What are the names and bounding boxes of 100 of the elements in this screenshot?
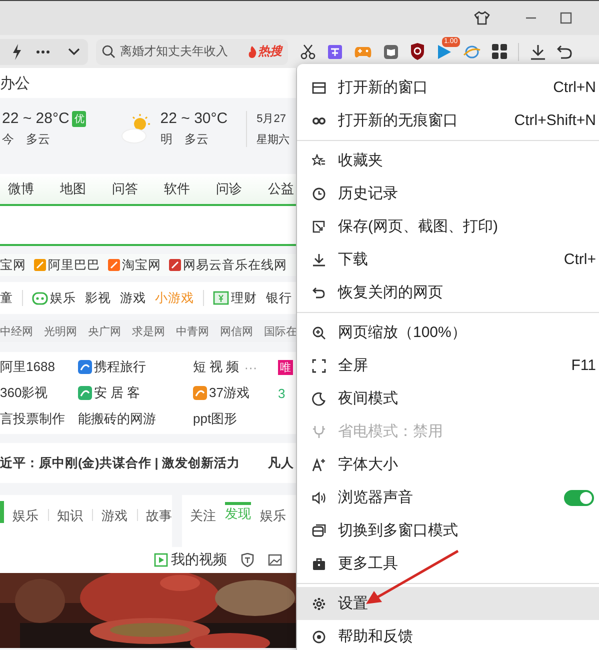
maximize-icon[interactable] — [560, 12, 572, 24]
nav-link[interactable]: 软件 — [164, 180, 190, 198]
nav-link[interactable]: 问答 — [112, 180, 138, 198]
hot-search-label: 热搜 — [258, 43, 282, 60]
site-link[interactable]: 淘宝网 — [122, 256, 161, 274]
quick-link[interactable]: 360影视 — [0, 384, 48, 402]
undo-icon[interactable] — [557, 44, 572, 58]
clock-icon — [312, 186, 326, 200]
menu-item[interactable]: 帮助和反馈 — [297, 620, 599, 650]
image-icon[interactable] — [268, 554, 282, 566]
menu-item[interactable]: 收藏夹 — [297, 144, 599, 177]
site-link[interactable]: 宝网 — [0, 256, 26, 274]
quick-link[interactable]: 短 视 频 — [193, 358, 240, 376]
flame-icon — [248, 46, 257, 58]
menu-item[interactable]: 全屏 F11 — [297, 349, 599, 382]
quick-link[interactable]: ppt图形 — [193, 410, 238, 428]
menu-item[interactable]: 网页缩放（100%） — [297, 316, 599, 349]
save-icon — [312, 220, 326, 234]
quick-link[interactable]: 言投票制作 — [0, 410, 65, 428]
toggle-switch[interactable] — [564, 490, 594, 506]
feed-tab[interactable]: 关注 — [190, 505, 216, 525]
menu-item[interactable]: 夜间模式 — [297, 382, 599, 415]
category-link[interactable]: 影视 — [85, 290, 111, 306]
day-label: 明 — [160, 131, 172, 148]
chevron-down-icon[interactable] — [68, 48, 80, 56]
windows-icon — [312, 524, 326, 538]
feed-tab[interactable]: 娱乐 — [260, 505, 286, 525]
category-link[interactable]: 游戏 — [120, 290, 146, 306]
date-label: 5月27 — [256, 112, 287, 126]
shortcut-label: F11 — [571, 357, 596, 374]
lightning-icon[interactable] — [12, 44, 22, 60]
window-icon — [312, 80, 326, 94]
menu-item[interactable]: 更多工具 — [297, 547, 599, 580]
shirt-icon[interactable] — [474, 10, 490, 26]
menu-item[interactable]: 浏览器声音 — [297, 481, 599, 514]
plug-icon — [312, 424, 326, 438]
menu-item[interactable]: 设置 — [297, 587, 599, 620]
quick-link[interactable]: 阿里1688 — [0, 358, 55, 376]
menu-item[interactable]: 打开新的无痕窗口 Ctrl+Shift+N — [297, 104, 599, 137]
feed-tab[interactable]: 娱乐 — [12, 505, 39, 525]
news-site-link[interactable]: 中青网 — [176, 324, 209, 338]
air-quality-badge: 优 — [72, 110, 86, 126]
category-link[interactable]: 童 — [0, 290, 13, 306]
section-heading: 办公 — [0, 74, 30, 92]
more-icon[interactable] — [36, 50, 50, 54]
site-logo[interactable]: 唯 — [278, 360, 293, 374]
category-link[interactable]: 银行 — [266, 290, 292, 306]
nav-link[interactable]: 问诊 — [216, 180, 242, 198]
nav-link[interactable]: 地图 — [60, 180, 86, 198]
menu-item[interactable]: 历史记录 — [297, 177, 599, 210]
menu-item[interactable]: 恢复关闭的网页 — [297, 276, 599, 309]
search-query: 离婚才知丈夫年收入 — [120, 43, 228, 60]
menu-item[interactable]: 打开新的窗口 Ctrl+N — [297, 71, 599, 104]
shield-icon[interactable] — [241, 553, 254, 567]
shortcut-label: Ctrl+Shift+N — [514, 112, 596, 129]
shortcut-label: Ctrl+N — [553, 79, 596, 96]
news-site-link[interactable]: 光明网 — [44, 324, 77, 338]
search-field[interactable]: 离婚才知丈夫年收入 热搜 — [96, 38, 288, 64]
site-link[interactable]: 阿里巴巴 — [48, 256, 100, 274]
download-icon[interactable] — [530, 44, 546, 60]
news-site-link[interactable]: 求是网 — [132, 324, 165, 338]
quick-link[interactable]: 能搬砖的网游 — [78, 410, 156, 428]
menu-item[interactable]: 字体大小 — [297, 448, 599, 481]
quick-link[interactable]: 安 居 客 — [94, 384, 140, 402]
menu-item[interactable]: 下载 Ctrl+ — [297, 243, 599, 276]
feed-tab[interactable]: 知识 — [57, 505, 84, 525]
globe-icon[interactable] — [463, 44, 481, 58]
menu-item[interactable]: 保存(网页、截图、打印) — [297, 210, 599, 243]
moon-icon — [312, 392, 326, 406]
news-headline[interactable]: 凡人 — [268, 454, 294, 472]
news-site-link[interactable]: 网信网 — [220, 324, 253, 338]
book-icon[interactable] — [383, 44, 399, 60]
menu-item[interactable]: 切换到多窗口模式 — [297, 514, 599, 547]
news-site-link[interactable]: 央广网 — [88, 324, 121, 338]
feed-tab[interactable]: 游戏 — [102, 505, 128, 525]
site-link[interactable]: 网易云音乐在线网 — [183, 256, 287, 274]
translate-icon[interactable] — [327, 44, 343, 60]
shield-icon[interactable] — [410, 43, 425, 60]
play-icon[interactable] — [436, 44, 452, 60]
scissors-icon[interactable] — [300, 44, 316, 60]
money-icon — [213, 291, 229, 305]
temperature: 22 ~ 30°C — [160, 110, 228, 127]
weekday-label: 星期六 — [256, 132, 290, 147]
search-field[interactable] — [0, 204, 296, 246]
help-icon — [312, 630, 326, 644]
feed-tab[interactable]: 故事 — [146, 505, 172, 525]
nav-link[interactable]: 公益 — [268, 180, 294, 198]
star-list-icon — [312, 154, 326, 168]
video-link[interactable]: 我的视频 — [171, 551, 227, 569]
category-link[interactable]: 娱乐 — [50, 290, 76, 306]
grid-icon[interactable] — [492, 44, 507, 59]
quick-link[interactable]: 携程旅行 — [94, 358, 146, 376]
category-link[interactable]: 理财 — [231, 290, 257, 306]
nav-link[interactable]: 微博 — [8, 180, 34, 198]
font-size-icon — [312, 458, 326, 472]
news-site-link[interactable]: 中经网 — [0, 324, 33, 338]
more-mark: ··· — [244, 360, 258, 374]
quick-link[interactable]: 37游戏 — [209, 384, 250, 402]
news-headline[interactable]: 近平：原中刚(金)共谋合作 | 激发创新活力 — [0, 454, 240, 472]
speaker-icon — [312, 490, 326, 504]
